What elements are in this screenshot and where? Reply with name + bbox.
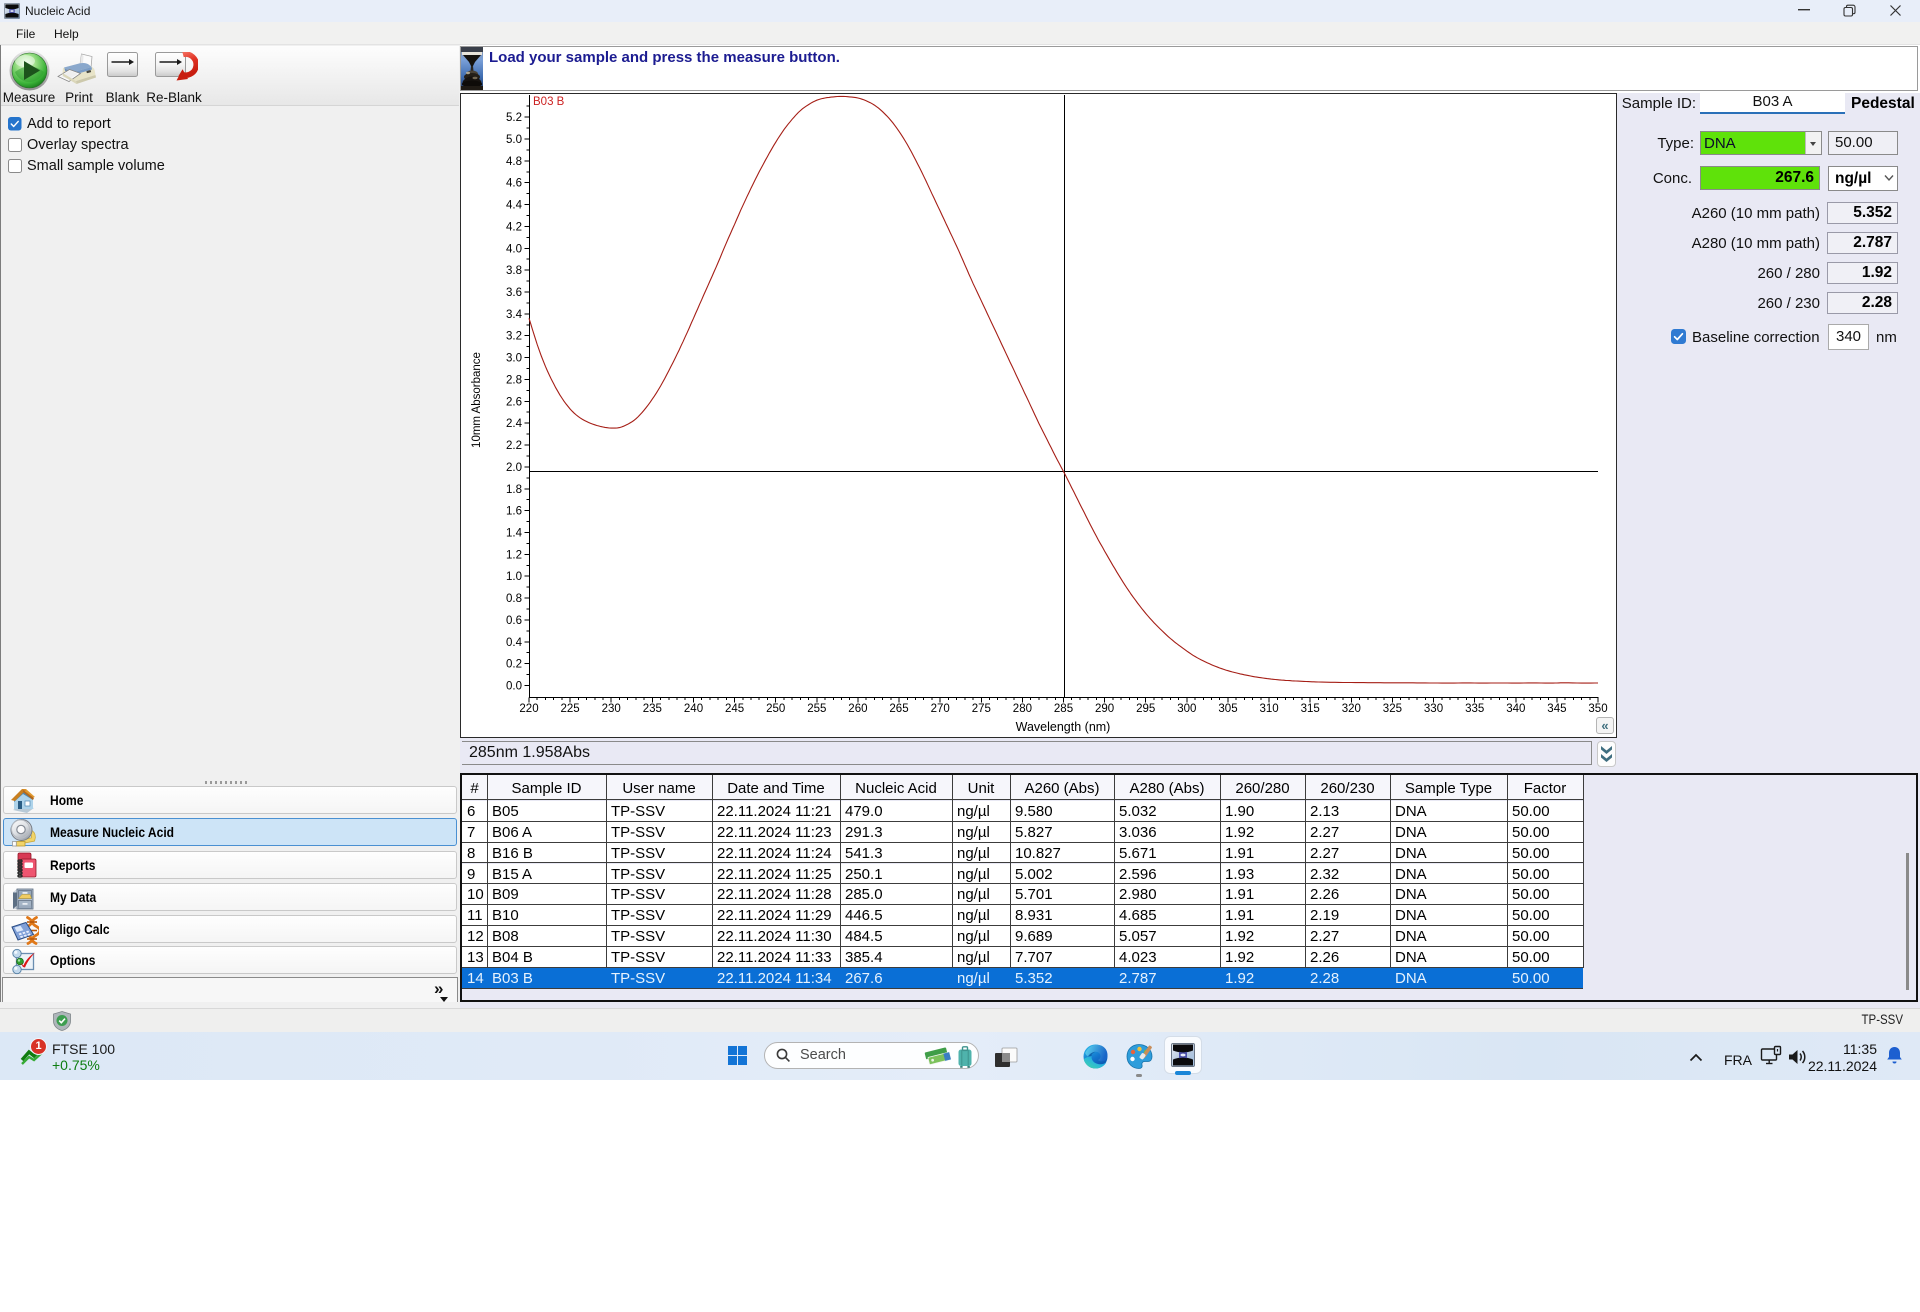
svg-text:310: 310 bbox=[1260, 703, 1279, 715]
svg-text:3.8: 3.8 bbox=[506, 265, 522, 277]
svg-text:280: 280 bbox=[1013, 703, 1032, 715]
svg-text:2.2: 2.2 bbox=[506, 440, 522, 452]
svg-text:2.4: 2.4 bbox=[506, 418, 523, 430]
svg-text:2.0: 2.0 bbox=[506, 462, 522, 474]
svg-text:B03 B: B03 B bbox=[533, 96, 565, 108]
svg-text:4.6: 4.6 bbox=[506, 178, 522, 190]
svg-text:10mm Absorbance: 10mm Absorbance bbox=[471, 352, 483, 448]
svg-text:250: 250 bbox=[766, 703, 785, 715]
svg-text:330: 330 bbox=[1424, 703, 1443, 715]
svg-text:345: 345 bbox=[1547, 703, 1566, 715]
svg-text:350: 350 bbox=[1588, 703, 1607, 715]
svg-text:Wavelength (nm): Wavelength (nm) bbox=[1016, 720, 1111, 734]
svg-text:1.2: 1.2 bbox=[506, 549, 522, 561]
svg-text:5.0: 5.0 bbox=[506, 134, 522, 146]
svg-text:3.6: 3.6 bbox=[506, 287, 522, 299]
svg-text:335: 335 bbox=[1465, 703, 1484, 715]
svg-text:305: 305 bbox=[1218, 703, 1237, 715]
svg-text:225: 225 bbox=[561, 703, 580, 715]
svg-text:3.0: 3.0 bbox=[506, 353, 522, 365]
svg-text:2.8: 2.8 bbox=[506, 375, 522, 387]
svg-text:265: 265 bbox=[889, 703, 908, 715]
svg-text:4.4: 4.4 bbox=[506, 200, 523, 212]
svg-text:1.6: 1.6 bbox=[506, 506, 522, 518]
svg-text:235: 235 bbox=[643, 703, 662, 715]
svg-text:1.8: 1.8 bbox=[506, 484, 522, 496]
svg-text:275: 275 bbox=[972, 703, 991, 715]
svg-text:260: 260 bbox=[848, 703, 867, 715]
svg-text:300: 300 bbox=[1177, 703, 1196, 715]
svg-text:340: 340 bbox=[1506, 703, 1525, 715]
svg-text:0.2: 0.2 bbox=[506, 659, 522, 671]
svg-text:5.2: 5.2 bbox=[506, 112, 522, 124]
svg-text:4.2: 4.2 bbox=[506, 221, 522, 233]
svg-text:240: 240 bbox=[684, 703, 703, 715]
svg-text:4.8: 4.8 bbox=[506, 156, 522, 168]
svg-text:285: 285 bbox=[1054, 703, 1073, 715]
svg-text:4.0: 4.0 bbox=[506, 243, 522, 255]
svg-text:255: 255 bbox=[807, 703, 826, 715]
svg-text:0.0: 0.0 bbox=[506, 681, 522, 693]
svg-text:325: 325 bbox=[1383, 703, 1402, 715]
svg-text:0.4: 0.4 bbox=[506, 637, 523, 649]
svg-text:220: 220 bbox=[519, 703, 538, 715]
svg-text:1.0: 1.0 bbox=[506, 571, 522, 583]
svg-text:270: 270 bbox=[931, 703, 950, 715]
svg-text:245: 245 bbox=[725, 703, 744, 715]
svg-text:0.6: 0.6 bbox=[506, 615, 522, 627]
svg-text:3.2: 3.2 bbox=[506, 331, 522, 343]
svg-text:320: 320 bbox=[1342, 703, 1361, 715]
svg-text:295: 295 bbox=[1136, 703, 1155, 715]
svg-text:230: 230 bbox=[602, 703, 621, 715]
svg-text:2.6: 2.6 bbox=[506, 396, 522, 408]
svg-text:290: 290 bbox=[1095, 703, 1114, 715]
svg-text:1.4: 1.4 bbox=[506, 528, 523, 540]
svg-text:315: 315 bbox=[1301, 703, 1320, 715]
svg-text:0.8: 0.8 bbox=[506, 593, 522, 605]
svg-text:3.4: 3.4 bbox=[506, 309, 523, 321]
